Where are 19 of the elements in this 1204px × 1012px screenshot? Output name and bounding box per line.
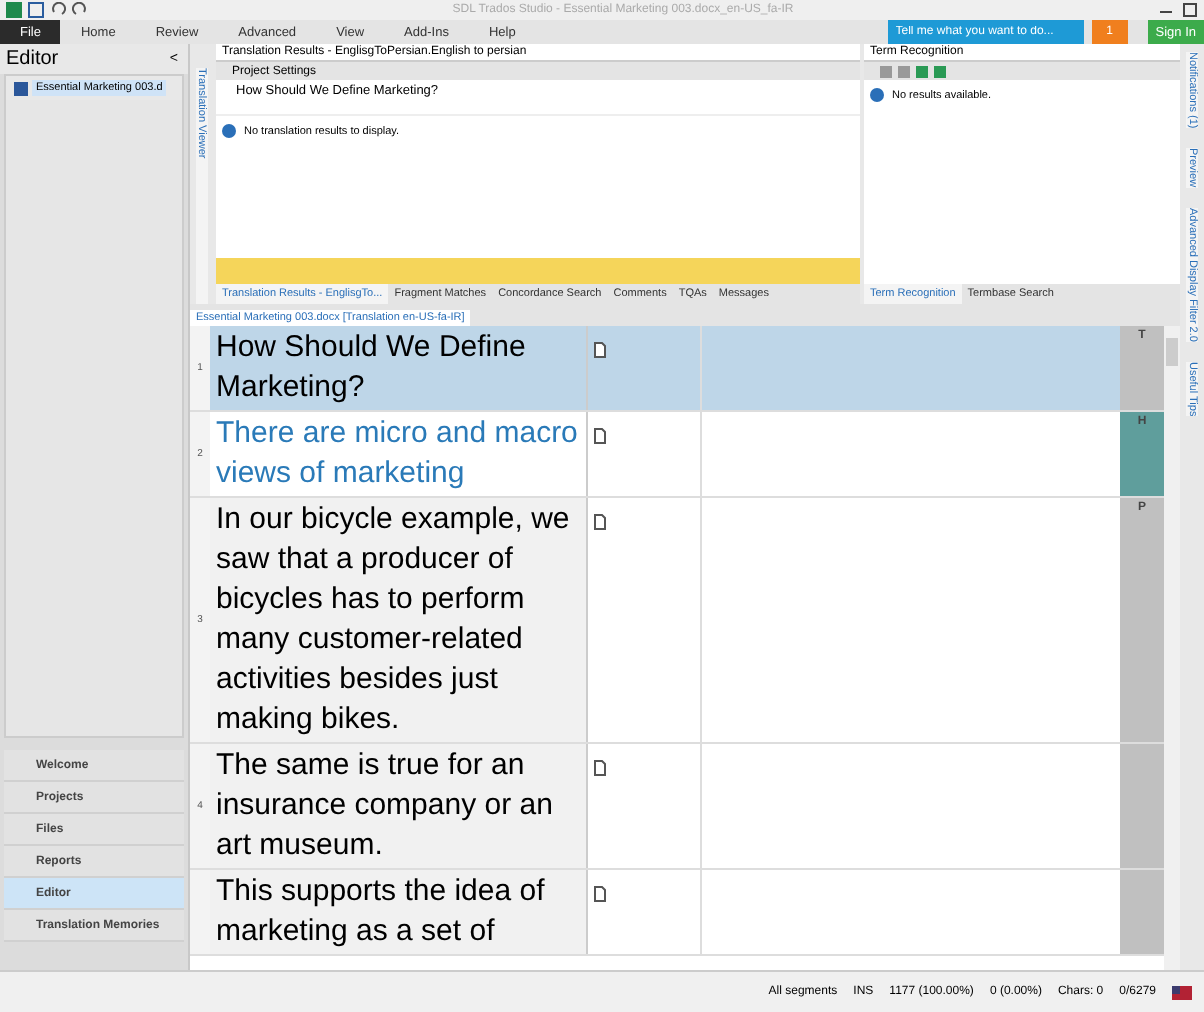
- page-icon: [594, 514, 606, 530]
- page-icon: [594, 886, 606, 902]
- undo-icon[interactable]: [50, 2, 66, 18]
- source-segment: There are micro and macro views of marketing: [210, 412, 588, 496]
- source-segment: The same is true for an insurance company or an art museum.: [210, 744, 588, 868]
- redo-icon[interactable]: [72, 2, 88, 18]
- scrollbar[interactable]: [1164, 326, 1180, 970]
- source-segment: This supports the idea of marketing as a set of: [210, 870, 588, 954]
- page-icon: [594, 760, 606, 776]
- source-segment: In our bicycle example, we saw that a producer of bicycles has to perform many customer-related activities besides just making bikes.: [210, 498, 588, 742]
- page-icon: [594, 342, 606, 358]
- document-icon: [14, 81, 28, 95]
- flag-icon: [1172, 985, 1192, 999]
- info-icon: [870, 88, 884, 102]
- maximize-icon[interactable]: [1182, 2, 1198, 18]
- page-icon: [594, 428, 606, 444]
- panel-title: Editor: [6, 48, 59, 70]
- app-icon: [6, 2, 22, 18]
- info-icon: [222, 124, 236, 138]
